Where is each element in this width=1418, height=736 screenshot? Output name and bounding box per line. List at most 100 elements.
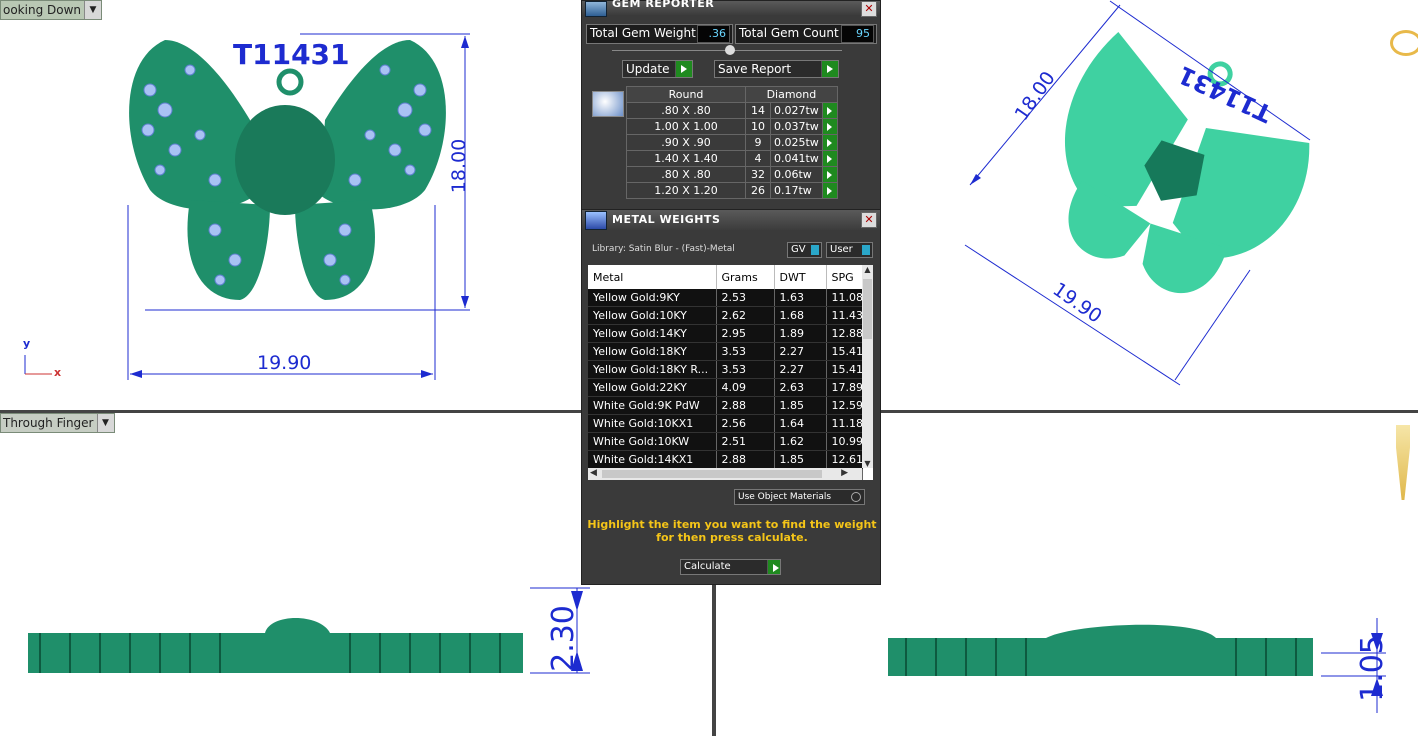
- calculate-button[interactable]: Calculate: [680, 559, 781, 575]
- close-icon[interactable]: ✕: [861, 212, 877, 228]
- gem-row[interactable]: .80 X .80 14 0.027tw: [626, 102, 838, 119]
- gem-count: 32: [745, 166, 771, 183]
- metal-cell: 2.51: [716, 432, 775, 451]
- update-label: Update: [626, 62, 670, 76]
- metal-cell: 1.62: [774, 432, 827, 451]
- update-button[interactable]: Update: [622, 60, 693, 78]
- gem-total-weight: 0.025tw: [770, 134, 823, 151]
- metal-cell: 3.53: [716, 360, 775, 379]
- gem-reporter-titlebar[interactable]: GEM REPORTER ✕: [582, 0, 880, 17]
- scroll-right-icon[interactable]: ▶: [841, 468, 848, 478]
- metal-row[interactable]: Yellow Gold:18KY 3.53 2.27 15.41: [588, 342, 863, 361]
- metal-table: Metal Grams DWT SPG Yellow Gold:9KY 2.53 1.63…: [588, 265, 863, 480]
- gem-total-weight: 0.06tw: [770, 166, 823, 183]
- metal-row[interactable]: Yellow Gold:22KY 4.09 2.63 17.89: [588, 378, 863, 397]
- viewport-top-right[interactable]: 18.00 19.90 T11431: [880, 0, 1418, 410]
- gem-reporter-icon: [585, 1, 607, 17]
- play-icon[interactable]: [821, 182, 838, 199]
- gem-row[interactable]: 1.20 X 1.20 26 0.17tw: [626, 182, 838, 199]
- metal-row[interactable]: White Gold:9K PdW 2.88 1.85 12.59: [588, 396, 863, 415]
- save-report-button[interactable]: Save Report: [714, 60, 839, 78]
- metal-col-header[interactable]: DWT: [774, 265, 827, 289]
- gem-count-value: 95: [841, 25, 874, 43]
- scroll-thumb[interactable]: [863, 279, 872, 339]
- gem-row[interactable]: .90 X .90 9 0.025tw: [626, 134, 838, 151]
- gv-toggle[interactable]: GV: [787, 242, 822, 258]
- axis-x-label: x: [54, 366, 62, 379]
- gem-row[interactable]: 1.40 X 1.40 4 0.041tw: [626, 150, 838, 167]
- gem-table: Round Diamond .80 X .80 14 0.027tw 1.00 X 1…: [626, 86, 838, 199]
- play-icon[interactable]: [821, 150, 838, 167]
- metal-cell: 11.43: [826, 306, 863, 325]
- user-toggle[interactable]: User: [826, 242, 873, 258]
- scroll-up-icon[interactable]: ▲: [862, 265, 873, 274]
- metal-cell: 1.64: [774, 414, 827, 433]
- metal-cell: 12.88: [826, 324, 863, 343]
- gem-row[interactable]: .80 X .80 32 0.06tw: [626, 166, 838, 183]
- design-code-text: T11431: [233, 38, 350, 71]
- play-icon: [821, 61, 838, 77]
- metal-weights-titlebar[interactable]: METAL WEIGHTS ✕: [582, 210, 880, 230]
- metal-cell: Yellow Gold:18KY R...: [588, 360, 717, 379]
- metal-cell: 1.89: [774, 324, 827, 343]
- metal-cell: 4.09: [716, 378, 775, 397]
- play-icon: [675, 61, 692, 77]
- height-dimension-label: 18.00: [448, 138, 471, 194]
- metal-cell: 1.85: [774, 396, 827, 415]
- metal-cell: 2.53: [716, 289, 775, 307]
- close-icon[interactable]: ✕: [861, 1, 877, 17]
- slider-handle[interactable]: [725, 45, 735, 55]
- metal-weights-title: METAL WEIGHTS: [612, 213, 721, 226]
- metal-cell: 2.88: [716, 396, 775, 415]
- metal-cell: 11.08: [826, 289, 863, 307]
- flask-icon: [585, 211, 607, 230]
- gem-size: .80 X .80: [626, 102, 746, 119]
- play-icon[interactable]: [821, 118, 838, 135]
- horizontal-scrollbar[interactable]: ◀ ▶: [588, 468, 862, 480]
- gem-count-label: Total Gem Count: [739, 26, 839, 40]
- play-icon[interactable]: [821, 134, 838, 151]
- gem-count-row: Total Gem Count 95: [735, 24, 877, 44]
- metal-cell: 2.88: [716, 450, 775, 469]
- gem-reporter-panel[interactable]: GEM REPORTER ✕ Total Gem Weight .36 Tota…: [581, 0, 881, 210]
- gem-col-shape: Round: [626, 86, 746, 103]
- use-object-materials-label: Use Object Materials: [738, 492, 832, 502]
- gem-size: .80 X .80: [626, 166, 746, 183]
- gem-shape-icon: [592, 91, 624, 117]
- gem-weight-row: Total Gem Weight .36: [586, 24, 733, 44]
- use-object-materials-toggle[interactable]: Use Object Materials: [734, 489, 865, 505]
- metal-row[interactable]: White Gold:14KX1 2.88 1.85 12.61: [588, 450, 863, 469]
- gem-count: 26: [745, 182, 771, 199]
- metal-weights-panel[interactable]: METAL WEIGHTS ✕ Library: Satin Blur - (F…: [581, 209, 881, 585]
- ring-icon[interactable]: [1390, 30, 1418, 56]
- side-thickness-dimension-2: 1.05: [1354, 635, 1390, 702]
- metal-col-header[interactable]: Metal: [588, 265, 717, 289]
- gem-row[interactable]: 1.00 X 1.00 10 0.037tw: [626, 118, 838, 135]
- gem-total-weight: 0.037tw: [770, 118, 823, 135]
- metal-cell: 2.27: [774, 360, 827, 379]
- toggle-icon: [811, 245, 819, 255]
- calculate-instructions: Highlight the item you want to find the …: [587, 518, 877, 544]
- metal-cell: 10.99: [826, 432, 863, 451]
- play-icon[interactable]: [821, 102, 838, 119]
- metal-col-header[interactable]: Grams: [716, 265, 775, 289]
- metal-col-header[interactable]: SPG: [826, 265, 863, 289]
- vertical-scrollbar[interactable]: ▲ ▼: [862, 265, 873, 468]
- gv-label: GV: [791, 244, 806, 255]
- metal-row[interactable]: White Gold:10KX1 2.56 1.64 11.18: [588, 414, 863, 433]
- viewport-top-left[interactable]: ooking Down ▼ T11431 19.90 18.00 y x: [0, 0, 580, 410]
- pendant-perspective-view: [964, 0, 1311, 386]
- metal-row[interactable]: White Gold:10KW 2.51 1.62 10.99: [588, 432, 863, 451]
- metal-cell: White Gold:14KX1: [588, 450, 717, 469]
- radio-icon: [851, 492, 861, 502]
- play-icon[interactable]: [821, 166, 838, 183]
- metal-table-container[interactable]: Metal Grams DWT SPG Yellow Gold:9KY 2.53 1.63…: [588, 265, 873, 480]
- metal-row[interactable]: Yellow Gold:18KY R... 3.53 2.27 15.41: [588, 360, 863, 379]
- metal-row[interactable]: Yellow Gold:9KY 2.53 1.63 11.08: [588, 289, 863, 307]
- scroll-left-icon[interactable]: ◀: [590, 468, 597, 478]
- scroll-down-icon[interactable]: ▼: [862, 459, 873, 468]
- metal-row[interactable]: Yellow Gold:10KY 2.62 1.68 11.43: [588, 306, 863, 325]
- metal-row[interactable]: Yellow Gold:14KY 2.95 1.89 12.88: [588, 324, 863, 343]
- scroll-thumb-h[interactable]: [602, 470, 822, 478]
- gem-size: 1.00 X 1.00: [626, 118, 746, 135]
